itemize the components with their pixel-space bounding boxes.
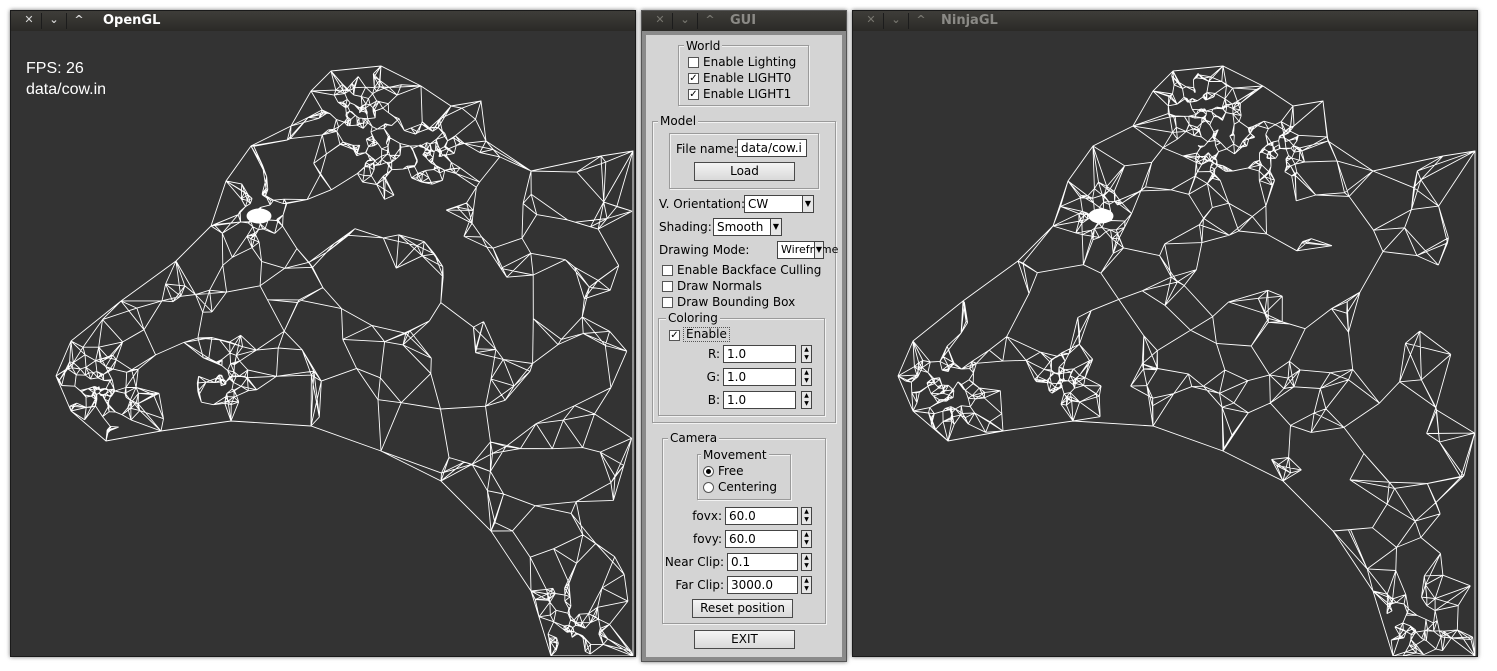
wireframe-edges xyxy=(897,65,1476,656)
b-field[interactable]: 1.0 xyxy=(723,391,796,409)
b-label: B: xyxy=(707,393,720,407)
backface-culling-label: Enable Backface Culling xyxy=(677,263,822,277)
backface-culling-checkbox[interactable] xyxy=(662,265,673,276)
coloring-legend: Coloring xyxy=(666,311,720,325)
file-name-label: File name: xyxy=(676,142,738,156)
opengl-window: ✕ ⌄ ^ OpenGL FPS: 26 data/cow.in xyxy=(10,10,636,657)
g-spinner[interactable]: ▲ ▼ xyxy=(801,368,812,386)
draw-bounding-box-checkbox[interactable] xyxy=(662,297,673,308)
fovx-spinner[interactable]: ▲ ▼ xyxy=(801,507,812,525)
near-clip-spinner[interactable]: ▲ ▼ xyxy=(801,553,812,571)
eye-shape xyxy=(1088,208,1114,224)
cow-wireframe xyxy=(55,65,634,656)
hud: FPS: 26 data/cow.in xyxy=(26,58,106,100)
window-title: OpenGL xyxy=(103,13,161,28)
chevron-down-icon[interactable]: ⌄ xyxy=(673,13,698,29)
chevron-down-icon[interactable]: ▼ xyxy=(802,196,813,212)
b-spinner[interactable]: ▲ ▼ xyxy=(801,391,812,409)
fovx-label: fovx: xyxy=(692,509,722,523)
load-button[interactable]: Load xyxy=(694,162,795,181)
shading-value: Smooth xyxy=(717,220,764,234)
coloring-enable-checkbox[interactable]: ✓ xyxy=(669,330,680,341)
fps-readout: FPS: 26 xyxy=(26,60,84,77)
ninjagl-viewport[interactable] xyxy=(853,31,1477,656)
enable-lighting-checkbox[interactable] xyxy=(688,57,699,68)
chevron-up-icon[interactable]: ^ xyxy=(67,13,91,29)
world-legend: World xyxy=(684,39,723,53)
ninjagl-titlebar[interactable]: ✕ ⌄ ^ NinjaGL xyxy=(853,11,1477,31)
cow-wireframe xyxy=(897,65,1476,656)
enable-lighting-label: Enable Lighting xyxy=(703,55,797,69)
chevron-down-icon[interactable]: ▼ xyxy=(770,219,781,235)
camera-legend: Camera xyxy=(668,431,720,445)
draw-bounding-box-label: Draw Bounding Box xyxy=(677,295,796,309)
close-icon[interactable]: ✕ xyxy=(648,13,673,29)
draw-normals-label: Draw Normals xyxy=(677,279,762,293)
g-field[interactable]: 1.0 xyxy=(723,368,796,386)
r-spinner[interactable]: ▲ ▼ xyxy=(801,345,812,363)
chevron-down-icon[interactable]: ⌄ xyxy=(42,13,67,29)
chevron-up-icon[interactable]: ^ xyxy=(909,13,933,29)
g-label: G: xyxy=(706,370,720,384)
free-radio[interactable] xyxy=(703,466,714,477)
fovy-spinner[interactable]: ▲ ▼ xyxy=(801,530,812,548)
close-icon[interactable]: ✕ xyxy=(859,13,884,29)
far-clip-label: Far Clip: xyxy=(675,578,724,592)
enable-light0-label: Enable LIGHT0 xyxy=(703,71,792,85)
shading-label: Shading: xyxy=(659,220,712,234)
file-name-field[interactable]: data/cow.i xyxy=(737,139,807,157)
drawing-mode-label: Drawing Mode: xyxy=(659,243,750,257)
fovx-field[interactable]: 60.0 xyxy=(725,507,798,525)
near-clip-field[interactable]: 0.1 xyxy=(727,553,798,571)
chevron-down-icon[interactable]: ⌄ xyxy=(884,13,909,29)
fovy-label: fovy: xyxy=(693,532,722,546)
window-title: GUI xyxy=(730,13,757,28)
gui-titlebar[interactable]: ✕ ⌄ ^ GUI xyxy=(642,11,846,31)
model-legend: Model xyxy=(658,114,699,128)
chevron-up-icon[interactable]: ^ xyxy=(698,13,722,29)
orientation-select[interactable]: CW ▼ xyxy=(744,195,814,213)
r-label: R: xyxy=(707,347,720,361)
window-title: NinjaGL xyxy=(941,13,998,28)
enable-light1-checkbox[interactable]: ✓ xyxy=(688,89,699,100)
far-clip-field[interactable]: 3000.0 xyxy=(727,576,798,594)
fovy-field[interactable]: 60.0 xyxy=(725,530,798,548)
ninjagl-window: ✕ ⌄ ^ NinjaGL xyxy=(852,10,1478,657)
close-icon[interactable]: ✕ xyxy=(17,13,42,29)
movement-legend: Movement xyxy=(701,448,769,462)
reset-position-button[interactable]: Reset position xyxy=(692,599,793,618)
centering-label: Centering xyxy=(718,480,777,494)
exit-button[interactable]: EXIT xyxy=(694,630,795,649)
opengl-viewport[interactable]: FPS: 26 data/cow.in xyxy=(11,31,635,656)
centering-radio[interactable] xyxy=(703,482,714,493)
draw-normals-checkbox[interactable] xyxy=(662,281,673,292)
chevron-down-icon[interactable]: ▼ xyxy=(814,242,823,258)
wireframe-edges xyxy=(55,65,634,656)
drawing-mode-select[interactable]: Wireframe ▼ xyxy=(777,241,838,259)
gui-window: ✕ ⌄ ^ GUI World Enable Lighting ✓ Enable… xyxy=(641,10,847,662)
free-label: Free xyxy=(718,464,744,478)
gui-panel: World Enable Lighting ✓ Enable LIGHT0 ✓ … xyxy=(642,31,846,661)
orientation-value: CW xyxy=(748,197,769,211)
far-clip-spinner[interactable]: ▲ ▼ xyxy=(801,576,812,594)
opengl-titlebar[interactable]: ✕ ⌄ ^ OpenGL xyxy=(11,11,635,31)
eye-shape xyxy=(246,208,272,224)
enable-light0-checkbox[interactable]: ✓ xyxy=(688,73,699,84)
drawing-mode-value: Wireframe xyxy=(781,243,839,256)
near-clip-label: Near Clip: xyxy=(664,555,724,569)
coloring-enable-label: Enable xyxy=(683,327,730,342)
enable-light1-label: Enable LIGHT1 xyxy=(703,87,792,101)
shading-select[interactable]: Smooth ▼ xyxy=(713,218,782,236)
file-readout: data/cow.in xyxy=(26,81,107,98)
orientation-label: V. Orientation: xyxy=(659,197,746,211)
r-field[interactable]: 1.0 xyxy=(723,345,796,363)
